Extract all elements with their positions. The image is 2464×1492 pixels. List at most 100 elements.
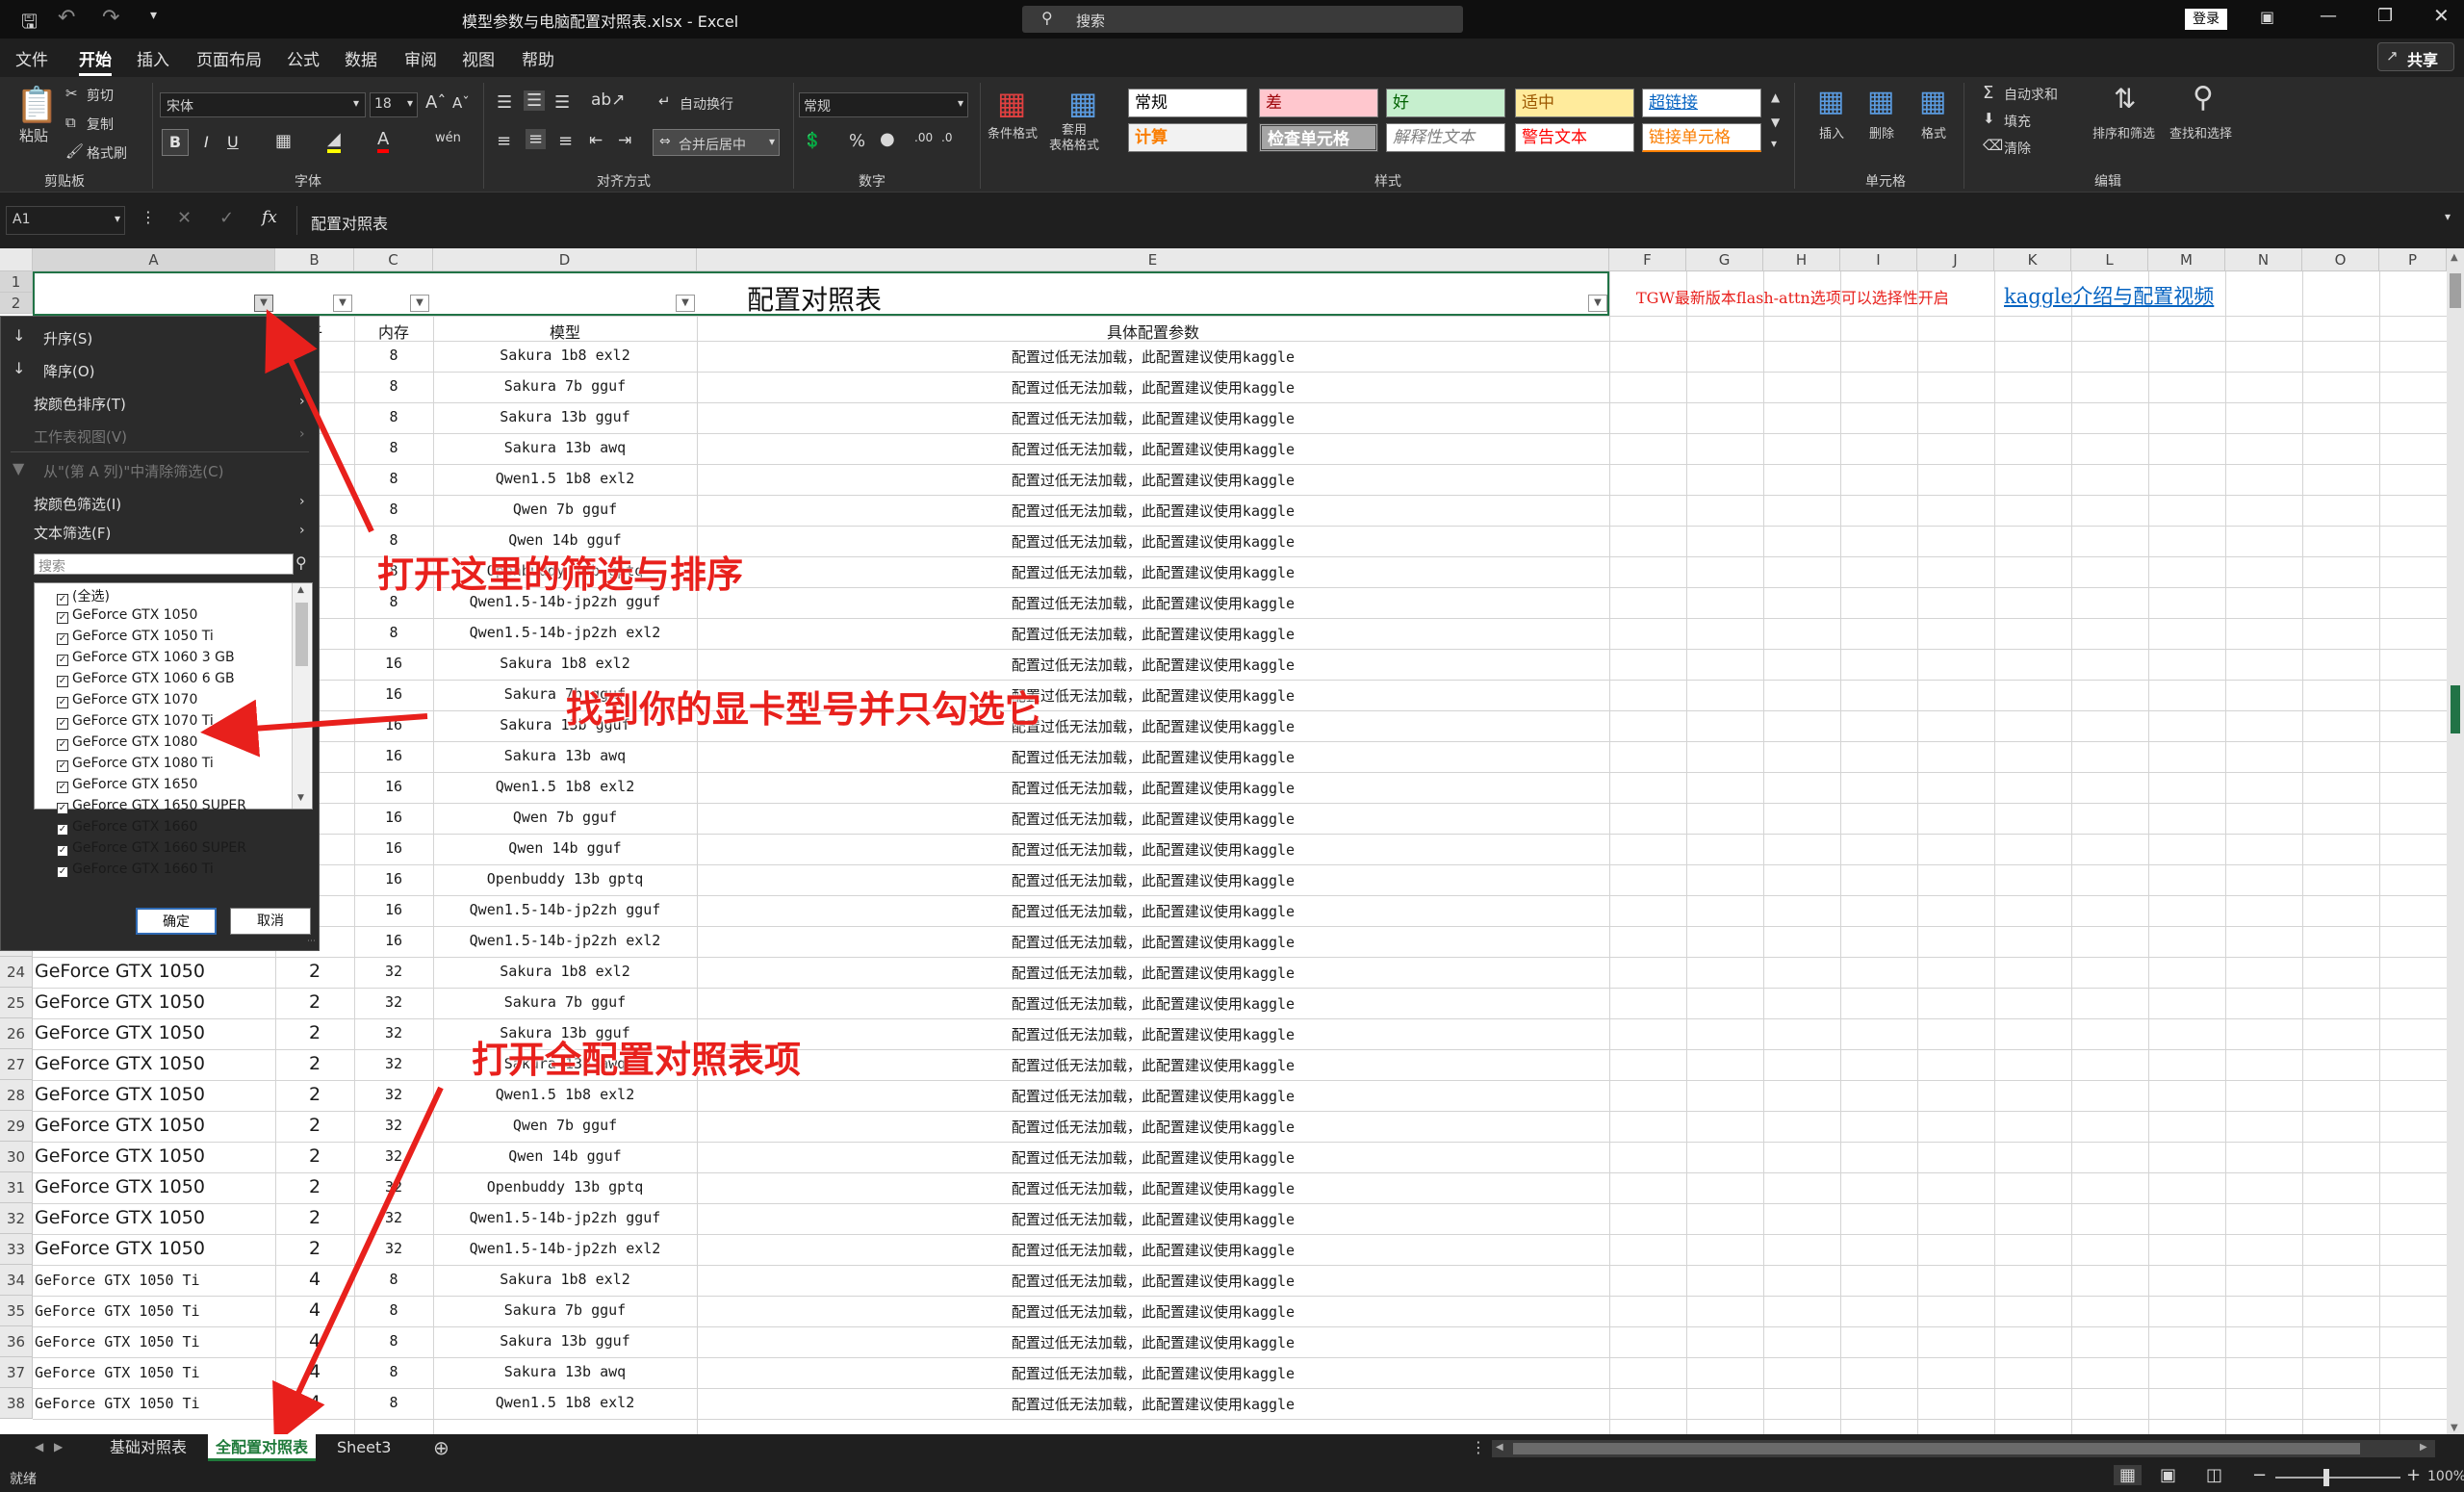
fill-button[interactable]: 填充 bbox=[2004, 112, 2031, 131]
insert-cells-button[interactable]: 插入 bbox=[1819, 123, 1844, 141]
cancel-entry-icon[interactable]: ✕ bbox=[177, 208, 192, 228]
find-select-icon[interactable]: ⚲ bbox=[2193, 81, 2214, 115]
share-button[interactable]: ↗ 共享 bbox=[2377, 42, 2454, 71]
format-painter-icon[interactable]: 🖌 bbox=[65, 142, 84, 160]
horizontal-scrollbar[interactable]: ◀ ▶ bbox=[1492, 1440, 2435, 1457]
search-box[interactable]: ⚲ 搜索 bbox=[1022, 6, 1463, 33]
align-middle-icon[interactable]: ☰ bbox=[524, 90, 546, 111]
ribbon-display-icon[interactable]: ▣ bbox=[2260, 8, 2274, 26]
cut-icon[interactable]: ✂ bbox=[65, 85, 78, 102]
scroll-up-icon[interactable]: ▲ bbox=[2451, 252, 2458, 263]
autosum-icon[interactable]: Σ bbox=[1983, 83, 1993, 103]
login-button[interactable]: 登录 bbox=[2185, 9, 2227, 30]
styles-more-icon[interactable]: ▾ bbox=[1771, 137, 1777, 150]
normal-view-icon[interactable]: ▦ bbox=[2114, 1465, 2143, 1485]
zoom-level[interactable]: 100% bbox=[2427, 1469, 2464, 1484]
tab-data[interactable]: 数据 bbox=[345, 46, 377, 70]
sheet-tab-active[interactable]: 全配置对照表 bbox=[208, 1434, 317, 1461]
conditional-format-icon[interactable]: ▦ bbox=[997, 85, 1026, 121]
format-cells-icon[interactable]: ▦ bbox=[1919, 85, 1946, 118]
minimize-icon[interactable]: — bbox=[2320, 6, 2337, 26]
style-explanatory[interactable]: 解释性文本 bbox=[1386, 123, 1505, 152]
fill-icon[interactable]: ⬇ bbox=[1983, 110, 1995, 127]
scroll-down-icon[interactable]: ▼ bbox=[2451, 1423, 2458, 1433]
accounting-icon[interactable]: 💲 bbox=[803, 131, 822, 149]
font-name-select[interactable]: 宋体 ▾ bbox=[160, 92, 366, 117]
copy-icon[interactable]: ⧉ bbox=[65, 114, 76, 131]
bold-button[interactable]: B bbox=[162, 129, 189, 156]
align-top-icon[interactable]: ☰ bbox=[497, 92, 512, 113]
next-sheet-icon[interactable]: ▶ bbox=[54, 1440, 63, 1453]
formula-input[interactable]: 配置对照表 bbox=[296, 206, 2443, 235]
styles-scroll-up-icon[interactable]: ▲ bbox=[1771, 90, 1780, 104]
comma-icon[interactable]: ● bbox=[880, 129, 895, 149]
style-normal[interactable]: 常规 bbox=[1128, 89, 1247, 117]
zoom-slider[interactable] bbox=[2275, 1477, 2400, 1479]
font-size-select[interactable]: 18 ▾ bbox=[370, 92, 418, 117]
increase-decimal-icon[interactable]: .00 bbox=[914, 131, 933, 144]
undo-icon[interactable]: ↶ bbox=[58, 6, 75, 30]
copy-button[interactable]: 复制 bbox=[87, 115, 114, 134]
tab-view[interactable]: 视图 bbox=[462, 46, 495, 70]
insert-cells-icon[interactable]: ▦ bbox=[1817, 85, 1844, 118]
sort-filter-button[interactable]: 排序和筛选 bbox=[2092, 123, 2155, 141]
zoom-slider-thumb[interactable] bbox=[2323, 1469, 2329, 1486]
zoom-in-icon[interactable]: + bbox=[2406, 1465, 2421, 1485]
number-format-select[interactable]: 常规 ▾ bbox=[799, 92, 968, 117]
tab-help[interactable]: 帮助 bbox=[522, 46, 554, 70]
page-layout-view-icon[interactable]: ▣ bbox=[2160, 1465, 2176, 1485]
customize-qat-icon[interactable]: ▾ bbox=[150, 8, 157, 23]
tab-formulas[interactable]: 公式 bbox=[287, 46, 320, 70]
styles-scroll-down-icon[interactable]: ▼ bbox=[1771, 116, 1780, 129]
conditional-format-button[interactable]: 条件格式 bbox=[988, 123, 1038, 141]
align-left-icon[interactable]: ≡ bbox=[497, 131, 511, 151]
wrap-text-button[interactable]: 自动换行 bbox=[680, 94, 733, 114]
shrink-font-icon[interactable]: Aˇ bbox=[452, 94, 470, 112]
style-check-cell[interactable]: 检查单元格 bbox=[1259, 123, 1378, 152]
more-icon[interactable]: ⋮ bbox=[1471, 1438, 1486, 1456]
tab-review[interactable]: 审阅 bbox=[404, 46, 437, 70]
format-cells-button[interactable]: 格式 bbox=[1921, 123, 1946, 141]
prev-sheet-icon[interactable]: ◀ bbox=[35, 1440, 43, 1453]
format-painter-button[interactable]: 格式刷 bbox=[87, 143, 127, 163]
redo-icon[interactable]: ↷ bbox=[102, 6, 119, 30]
cut-button[interactable]: 剪切 bbox=[87, 86, 114, 105]
more-icon[interactable]: ⋮ bbox=[141, 208, 156, 226]
insert-function-button[interactable]: fx bbox=[262, 208, 277, 227]
vertical-scrollbar[interactable]: ▲ ▼ bbox=[2447, 248, 2464, 1438]
align-center-icon[interactable]: ≡ bbox=[526, 129, 547, 149]
style-calculation[interactable]: 计算 bbox=[1128, 123, 1247, 152]
fill-color-icon[interactable]: ◢ bbox=[327, 129, 341, 153]
confirm-entry-icon[interactable]: ✓ bbox=[219, 208, 234, 228]
table-format-icon[interactable]: ▦ bbox=[1068, 85, 1097, 121]
paste-icon[interactable]: 📋 bbox=[15, 85, 59, 125]
delete-cells-button[interactable]: 删除 bbox=[1869, 123, 1894, 141]
tab-page-layout[interactable]: 页面布局 bbox=[196, 46, 262, 70]
orientation-icon[interactable]: ab↗ bbox=[591, 90, 625, 110]
scroll-right-icon[interactable]: ▶ bbox=[2420, 1442, 2427, 1453]
scroll-thumb[interactable] bbox=[2450, 273, 2461, 308]
style-linked-cell[interactable]: 链接单元格 bbox=[1642, 123, 1761, 152]
autosum-button[interactable]: 自动求和 bbox=[2004, 85, 2058, 104]
underline-button[interactable]: U bbox=[227, 133, 239, 151]
grow-font-icon[interactable]: Aˆ bbox=[425, 92, 446, 113]
style-good[interactable]: 好 bbox=[1386, 89, 1505, 117]
clear-button[interactable]: 清除 bbox=[2004, 139, 2031, 158]
increase-indent-icon[interactable]: ⇥ bbox=[618, 131, 631, 150]
worksheet-grid[interactable]: A B C D E F G H I J K L M N O P 1 2 配置对照… bbox=[0, 248, 2464, 1438]
page-break-view-icon[interactable]: ◫ bbox=[2206, 1465, 2222, 1485]
zoom-out-icon[interactable]: − bbox=[2252, 1465, 2267, 1485]
align-right-icon[interactable]: ≡ bbox=[558, 131, 573, 151]
merge-center-button[interactable]: ⇔ 合并后居中 ▾ bbox=[653, 129, 780, 156]
sheet-tab[interactable]: 基础对照表 bbox=[102, 1436, 194, 1461]
decrease-decimal-icon[interactable]: .0 bbox=[941, 131, 952, 144]
style-bad[interactable]: 差 bbox=[1259, 89, 1378, 117]
find-select-button[interactable]: 查找和选择 bbox=[2169, 123, 2232, 141]
tab-file[interactable]: 文件 bbox=[15, 46, 48, 70]
name-box[interactable]: A1 ▾ bbox=[6, 206, 125, 235]
align-bottom-icon[interactable]: ☰ bbox=[554, 92, 570, 113]
clear-icon[interactable]: ⌫ bbox=[1983, 137, 2003, 154]
tab-home[interactable]: 开始 bbox=[79, 46, 112, 76]
style-neutral[interactable]: 适中 bbox=[1515, 89, 1634, 117]
decrease-indent-icon[interactable]: ⇤ bbox=[589, 131, 603, 150]
